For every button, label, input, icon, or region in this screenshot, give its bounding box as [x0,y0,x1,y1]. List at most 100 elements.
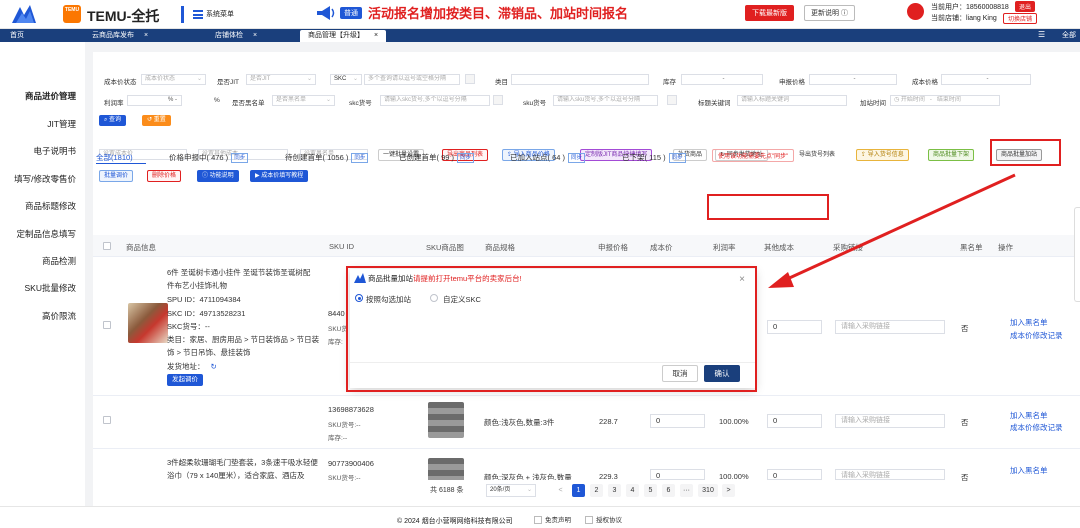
page-button[interactable]: 5 [644,484,657,497]
category-select[interactable] [511,74,649,85]
cost-price-range-input[interactable]: - [941,74,1031,85]
disclaimer-link[interactable]: 免责声明 [534,514,571,525]
skc-type-select[interactable]: SKC ⌄ [330,74,362,85]
cost-input[interactable]: 0 [650,469,705,480]
tab-goods-manage[interactable]: 商品管理【升级】 × [300,30,387,42]
sidebar-item-manual[interactable]: 电子说明书 [33,145,76,157]
col-supply-price: 申报价格 [598,243,628,252]
sidebar-item-title-edit[interactable]: 商品标题修改 [25,200,76,212]
purchase-link-input[interactable]: 请输入采购链接 [835,414,945,428]
page-size-select[interactable]: 20条/页 ⌄ [486,484,536,497]
status-tab-off-shelf[interactable]: 已下架( 115 ) 同步 [622,152,686,164]
close-icon[interactable]: × [253,32,257,39]
sync-button[interactable]: 同步 [457,153,475,164]
skc-search-input[interactable]: 多个查询请以逗号或空格分隔 [364,74,460,85]
status-tab-pending-first[interactable]: 待创建首单( 1056 ) 同步 [285,152,369,164]
batch-input-icon[interactable] [465,74,475,84]
sidebar-item-price-limit[interactable]: 高价限流 [42,310,76,322]
cost-tutorial-button[interactable]: ▶ 成本价填写教程 [250,170,309,182]
side-float-tab[interactable] [1074,207,1080,302]
next-page-button[interactable]: > [722,484,735,497]
notice-text[interactable]: 活动报名增加按类目、滞销品、加站时间报名 [368,3,628,22]
cost-history-link[interactable]: 成本价修改记录 [1010,422,1063,433]
status-tab-all[interactable]: 全部(1810) [96,152,133,163]
other-cost-input[interactable]: 0 [767,414,822,428]
sync-button[interactable]: 同步 [668,153,686,164]
row-checkbox[interactable] [103,416,111,424]
sidebar-item-inspection[interactable]: 商品检测 [42,255,76,267]
divider [181,6,184,23]
blacklist-select[interactable]: 是否黑名单 ⌄ [272,95,335,106]
tab-cloud-publish[interactable]: 云商品库发布 × [92,30,148,42]
app-logo-icon [12,5,36,23]
skc-code-input[interactable]: 请输入skc货号,多个以逗号分隔 [380,95,490,106]
tab-store-check[interactable]: 店铺体检 × [215,30,257,42]
function-desc-button[interactable]: ⓘ 功能说明 [197,170,239,182]
refresh-icon[interactable]: ↻ [211,362,217,371]
switch-store-button[interactable]: 切换店铺 [1003,13,1038,24]
other-cost-input[interactable]: 0 [767,469,822,480]
reset-button[interactable]: ↺ 重置 [142,115,171,126]
close-icon[interactable]: × [144,32,148,39]
import-code-button[interactable]: ⇪ 导入货号信息 [856,149,909,161]
add-blacklist-link[interactable]: 加入黑名单 [1010,465,1048,476]
close-icon[interactable]: × [374,32,378,39]
license-link[interactable]: 授权协议 [585,514,622,525]
batch-adjust-price-button[interactable]: 批量调价 [99,170,134,182]
select-all-checkbox[interactable] [103,242,111,250]
sidebar-item-sku-batch[interactable]: SKU批量修改 [25,282,76,294]
supply-price: 228.7 [599,417,618,426]
sidebar-item-retail-price[interactable]: 填写/修改零售价 [14,173,76,185]
page-button[interactable]: 3 [608,484,621,497]
delete-price-button[interactable]: 删除价格 [147,170,182,182]
sidebar-item-jit[interactable]: JIT管理 [47,118,76,130]
system-menu-button[interactable]: 系统菜单 [193,6,273,23]
page-button[interactable]: 6 [662,484,675,497]
status-tab-joined[interactable]: 已加入站点( 64 ) 同步 [510,152,586,164]
batch-input-icon[interactable] [667,95,677,105]
col-spec: 商品规格 [485,243,515,252]
adjust-price-button[interactable]: 发起调价 [167,374,203,386]
profit-min-input[interactable]: % - [127,95,182,106]
add-blacklist-link[interactable]: 加入黑名单 [1010,317,1048,328]
prev-page-button[interactable]: < [554,484,567,497]
purchase-link-input[interactable]: 请输入采购链接 [835,469,945,480]
sidebar-item-custom-info[interactable]: 定制品信息填写 [16,228,76,240]
status-tab-created-first[interactable]: 已创建首单( 99 ) 同步 [399,152,475,164]
title-keyword-input[interactable]: 请输入标题关键词 [737,95,847,106]
sidebar-item-cost-manage[interactable]: 商品进价管理 [25,90,76,102]
export-code-button[interactable]: 导出货号列表 [794,149,841,161]
page-button[interactable]: 310 [698,484,718,497]
batch-input-icon[interactable] [493,95,503,105]
supply-price-range-input[interactable]: - [809,74,897,85]
batch-off-shelf-button[interactable]: 商品批量下架 [928,149,975,161]
query-button[interactable]: ⌕ 查询 [99,115,127,126]
page-button[interactable]: 2 [590,484,603,497]
join-time-range[interactable]: ◷ 开始时间 - 结束时间 [890,95,1000,106]
status-tab-pricing[interactable]: 价格申报中( 476 ) 同步 [169,152,249,164]
page-button[interactable]: 1 [572,484,585,497]
download-latest-button[interactable]: 下载最新版 [745,5,794,21]
add-blacklist-link[interactable]: 加入黑名单 [1010,410,1048,421]
sku-code-input[interactable]: 请输入sku货号,多个以逗号分隔 [553,95,658,106]
other-cost-input[interactable]: 0 [767,320,822,334]
tabs-all[interactable]: 全部 [1062,30,1076,40]
profit-value: 100.00% [719,417,749,426]
more-pages-button[interactable]: ··· [680,484,693,497]
page-button[interactable]: 4 [626,484,639,497]
sync-button[interactable]: 同步 [231,153,249,164]
cost-history-link[interactable]: 成本价修改记录 [1010,330,1063,341]
row-checkbox[interactable] [103,321,111,329]
purchase-link-input[interactable]: 请输入采购链接 [835,320,945,334]
sync-button[interactable]: 同步 [351,153,369,164]
logout-button[interactable]: 退出 [1015,1,1036,12]
tabs-menu-icon[interactable]: ☰ [1038,30,1045,39]
cost-status-label: 成本价状态 [104,79,137,86]
cost-status-select[interactable]: 成本价状态 ⌄ [141,74,206,85]
stock-range-input[interactable]: - [681,74,763,85]
tab-home[interactable]: 首页 [10,30,24,42]
sync-button[interactable]: 同步 [568,153,586,164]
cost-input[interactable]: 0 [650,414,705,428]
changelog-button[interactable]: 更新说明 ⓘ [804,5,855,21]
jit-select[interactable]: 是否JIT ⌄ [246,74,316,85]
